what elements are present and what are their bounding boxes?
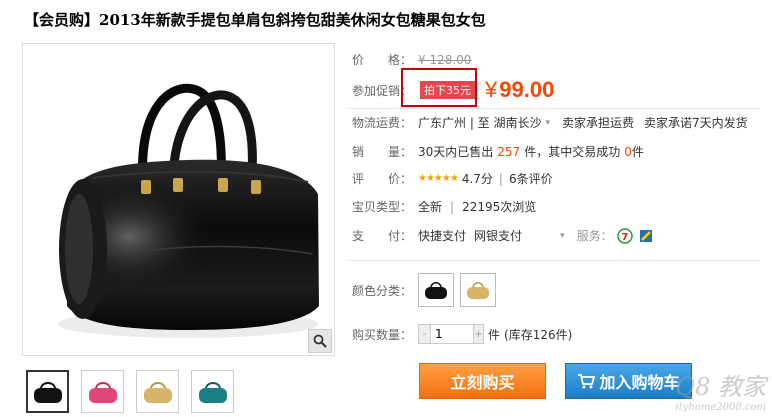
buy-now-button[interactable]: 立刻购买 <box>419 363 546 399</box>
color-option-gold[interactable] <box>460 273 496 307</box>
color-label: 颜色分类： <box>352 283 413 298</box>
add-to-cart-button[interactable]: 加入购物车 <box>565 363 692 399</box>
svg-text:7: 7 <box>621 232 628 243</box>
promo-label: 参加促销： <box>352 83 413 98</box>
quantity-stepper: - + <box>418 324 484 344</box>
item-type-label: 宝贝类型： <box>352 200 413 214</box>
price-label: 价 格： <box>352 53 413 67</box>
payment-row: 支 付： 快捷支付 网银支付 ▾ 服务： 7 <box>352 227 653 244</box>
payment-label: 支 付： <box>352 229 413 243</box>
cart-icon <box>578 374 596 389</box>
shipping-fee: 卖家承担运费 <box>562 116 635 130</box>
payment-bank: 网银支付 <box>474 229 523 243</box>
thumbnail-strip <box>26 370 234 413</box>
color-row: 颜色分类： <box>352 273 502 307</box>
thumbnail-pink[interactable] <box>81 370 124 413</box>
watermark-logo: Q8 教家 ityhome2008.com <box>675 367 766 413</box>
shipping-row: 物流运费： 广东广州 | 至 湖南长沙 ▾ 卖家承担运费 卖家承诺7天内发货 <box>352 114 748 131</box>
view-count: 22195次浏览 <box>462 200 537 214</box>
seven-day-return-icon[interactable]: 7 <box>616 227 633 244</box>
item-condition: 全新 <box>418 200 443 214</box>
item-type-divider: | <box>450 199 455 214</box>
zoom-icon[interactable] <box>308 329 332 353</box>
shipping-route[interactable]: 广东广州 | 至 湖南长沙 <box>418 114 542 131</box>
original-price: ¥ 128.00 <box>418 52 472 67</box>
service-label: 服务： <box>576 229 613 243</box>
sales-label: 销 量： <box>352 145 413 159</box>
thumbnail-gold[interactable] <box>136 370 179 413</box>
price-currency: ¥ <box>485 77 498 102</box>
review-count-link[interactable]: 6条评价 <box>509 170 553 187</box>
sales-count: 257 <box>497 144 521 159</box>
rating-score: 4.7分 <box>461 172 493 186</box>
guarantee-icon[interactable] <box>639 229 653 243</box>
item-type-row: 宝贝类型： 全新 | 22195次浏览 <box>352 198 536 215</box>
sales-prefix: 30天内已售出 <box>418 145 494 159</box>
thumbnail-black[interactable] <box>26 370 69 413</box>
watermark-main: Q8 教家 <box>675 373 766 401</box>
quantity-increase-button[interactable]: + <box>473 325 483 343</box>
quantity-input[interactable] <box>431 325 473 343</box>
sales-row: 销 量： 30天内已售出 257 件，其中交易成功 0 件 <box>352 143 644 160</box>
chevron-down-icon[interactable]: ▾ <box>560 231 565 241</box>
rating-row: 评 价： ★★★★★ 4.7分 | 6条评价 <box>352 170 553 187</box>
handbag-image <box>58 83 319 338</box>
rating-label: 评 价： <box>352 172 413 186</box>
payment-quick: 快捷支付 <box>418 229 467 243</box>
product-title: 【会员购】2013年新款手提包单肩包斜挎包甜美休闲女包糖果包女包 <box>24 11 486 29</box>
star-rating-icon: ★★★★★ <box>418 173 459 184</box>
promo-price: 99.00 <box>499 77 555 102</box>
sales-suffix: 件 <box>631 145 644 159</box>
thumbnail-teal[interactable] <box>191 370 234 413</box>
stock-count: (库存126件) <box>504 327 573 342</box>
sales-mid: 件，其中交易成功 <box>524 145 621 159</box>
rating-divider: | <box>498 171 503 186</box>
shipping-promise: 卖家承诺7天内发货 <box>644 116 748 130</box>
quantity-decrease-button[interactable]: - <box>419 325 431 343</box>
quantity-label: 购买数量： <box>352 327 413 342</box>
watermark-url: ityhome2008.com <box>675 402 766 413</box>
sales-success-count: 0 <box>624 144 632 159</box>
quantity-row: 购买数量： - + 件 (库存126件) <box>352 324 572 344</box>
divider <box>349 260 759 261</box>
promo-highlight-box <box>401 68 477 107</box>
chevron-down-icon[interactable]: ▾ <box>546 118 551 128</box>
add-to-cart-label: 加入购物车 <box>599 373 680 392</box>
shipping-label: 物流运费： <box>352 116 413 130</box>
quantity-unit: 件 <box>488 327 501 342</box>
price-row: 价 格： ¥ 128.00 <box>352 51 471 68</box>
color-option-black[interactable] <box>418 273 454 307</box>
divider <box>349 108 759 109</box>
main-product-image[interactable] <box>22 43 335 356</box>
